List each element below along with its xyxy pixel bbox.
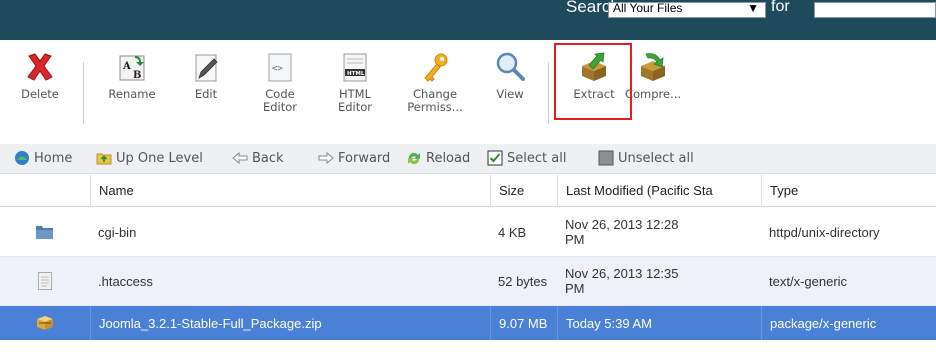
type-column-header[interactable]: Type: [761, 175, 936, 206]
file-type: text/x-generic: [769, 273, 848, 289]
html-editor-icon: HTML: [343, 53, 367, 82]
checkbox-empty-icon: [598, 150, 614, 165]
table-row[interactable]: .htaccess 52 bytes Nov 26, 2013 12:35 PM…: [0, 257, 936, 306]
size-column-header[interactable]: Size: [490, 175, 557, 206]
select-all-link[interactable]: Select all: [487, 150, 566, 168]
toolbar: Delete A B Rename Edit <> Code Editor HT…: [0, 40, 936, 140]
file-name[interactable]: cgi-bin: [90, 208, 490, 256]
rename-icon: A B: [119, 55, 145, 81]
code-editor-button[interactable]: <> Code Editor: [258, 50, 302, 114]
rename-button[interactable]: A B Rename: [100, 50, 164, 101]
file-size: 9.07 MB: [490, 306, 557, 340]
edit-button[interactable]: Edit: [186, 50, 226, 101]
row-icon-cell: [0, 306, 90, 340]
back-arrow-icon: [232, 151, 248, 164]
edit-icon: [195, 54, 218, 82]
file-type: httpd/unix-directory: [769, 224, 880, 240]
file-name[interactable]: Joomla_3.2.1-Stable-Full_Package.zip: [90, 306, 490, 340]
compress-icon: [641, 53, 665, 81]
file-modified-line1: Nov 26, 2013 12:28: [565, 217, 679, 232]
file-size: 4 KB: [498, 224, 527, 240]
up-one-level-link[interactable]: Up One Level: [96, 150, 203, 168]
file-modified-line1: Nov 26, 2013 12:35: [565, 266, 679, 281]
file-modified-line2: PM: [565, 232, 585, 247]
back-link[interactable]: Back: [232, 150, 284, 168]
folder-icon: [36, 226, 53, 239]
toolbar-separator: [83, 62, 84, 124]
extract-highlight-box: [554, 43, 632, 120]
chevron-down-icon: ▼: [747, 2, 759, 15]
toolbar-separator: [548, 62, 549, 124]
row-icon-cell: [0, 208, 90, 256]
code-editor-icon: <>: [268, 53, 292, 82]
file-name[interactable]: .htaccess: [90, 257, 490, 305]
search-scope-select[interactable]: All Your Files ▼: [608, 2, 766, 18]
table-header: Name Size Last Modified (Pacific Sta Typ…: [0, 175, 936, 207]
top-bar: Search All Your Files ▼ for: [0, 0, 936, 40]
change-permissions-button[interactable]: Change Permiss...: [402, 50, 468, 114]
file-type: package/x-generic: [761, 306, 936, 340]
checkbox-checked-icon: [487, 150, 503, 165]
view-button[interactable]: View: [490, 50, 530, 101]
home-icon: [15, 150, 29, 165]
magnifier-icon: [496, 52, 525, 81]
file-modified-line1: Today 5:39 AM: [566, 315, 652, 331]
search-input[interactable]: [814, 2, 936, 18]
row-icon-cell: [0, 257, 90, 305]
delete-icon: [27, 53, 53, 81]
search-scope-value: All Your Files: [613, 2, 683, 15]
compress-button[interactable]: Compre...: [623, 50, 683, 101]
file-modified-line2: PM: [565, 281, 585, 296]
folder-up-icon: [96, 153, 112, 164]
svg-text:<>: <>: [272, 64, 283, 74]
delete-button[interactable]: Delete: [20, 50, 60, 101]
svg-text:A: A: [122, 61, 131, 72]
home-link[interactable]: Home: [14, 150, 72, 168]
forward-arrow-icon: [318, 151, 334, 164]
package-icon: [37, 316, 53, 330]
name-column-header[interactable]: Name: [90, 175, 490, 206]
reload-icon: [408, 152, 420, 164]
modified-column-header[interactable]: Last Modified (Pacific Sta: [557, 175, 761, 206]
file-modified: Nov 26, 2013 12:35 PM: [557, 257, 761, 305]
icon-column-header: [0, 175, 90, 206]
file-modified: Today 5:39 AM: [557, 306, 761, 340]
for-label: for: [771, 0, 790, 15]
table-row-selected[interactable]: Joomla_3.2.1-Stable-Full_Package.zip 9.0…: [0, 306, 936, 340]
text-file-icon: [38, 272, 52, 290]
unselect-all-link[interactable]: Unselect all: [598, 150, 694, 168]
reload-link[interactable]: Reload: [406, 150, 470, 168]
navigation-bar: Home Up One Level Back Forward Reload Se…: [0, 144, 936, 174]
table-row[interactable]: cgi-bin 4 KB Nov 26, 2013 12:28 PM httpd…: [0, 208, 936, 257]
file-modified: Nov 26, 2013 12:28 PM: [557, 208, 761, 256]
svg-text:HTML: HTML: [347, 71, 365, 77]
key-icon: [424, 53, 448, 82]
forward-link[interactable]: Forward: [318, 150, 390, 168]
svg-text:B: B: [133, 70, 141, 81]
html-editor-button[interactable]: HTML HTML Editor: [333, 50, 377, 114]
file-size: 52 bytes: [498, 273, 548, 289]
